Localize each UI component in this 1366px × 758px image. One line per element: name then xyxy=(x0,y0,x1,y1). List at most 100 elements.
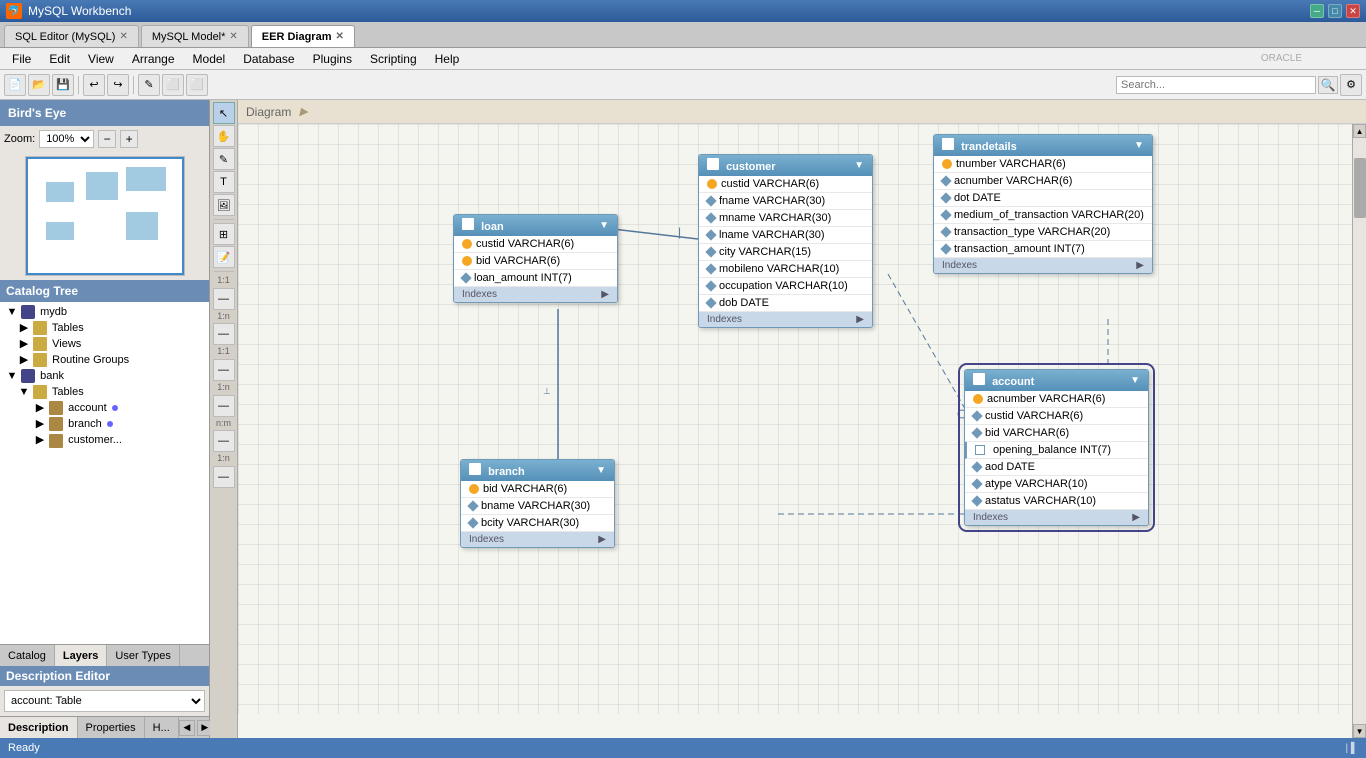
mini-table-trandetails xyxy=(126,167,166,191)
toolbar-btn1[interactable]: ⬜ xyxy=(162,74,184,96)
toolbar-redo[interactable]: ↪ xyxy=(107,74,129,96)
tool-text[interactable]: T xyxy=(213,171,235,193)
expander-mydb[interactable]: ▼ xyxy=(6,306,18,318)
desc-tab-description[interactable]: Description xyxy=(0,717,78,738)
toolbar-btn2[interactable]: ⬜ xyxy=(186,74,208,96)
table-loan-header[interactable]: loan ▼ xyxy=(454,215,617,236)
right-scrollbar[interactable]: ▲ ▼ xyxy=(1352,124,1366,738)
tree-item-tables-bank[interactable]: ▼ Tables xyxy=(18,384,207,400)
tool-rel-1nb[interactable]: — xyxy=(213,395,235,417)
tool-layer[interactable]: ⊞ xyxy=(213,223,235,245)
scroll-thumb[interactable] xyxy=(1354,158,1366,218)
tree-item-views[interactable]: ▶ Views xyxy=(18,336,207,352)
status-extra: | ▌ xyxy=(1346,743,1358,754)
table-customer-arrow[interactable]: ▼ xyxy=(854,160,864,171)
toolbar-extra[interactable]: ⚙ xyxy=(1340,74,1362,96)
table-trandetails-header[interactable]: trandetails ▼ xyxy=(934,135,1152,156)
menu-model[interactable]: Model xyxy=(185,50,234,68)
tool-rel-1n[interactable]: — xyxy=(213,323,235,345)
table-icon-customer xyxy=(49,434,63,448)
tool-rel-11b[interactable]: — xyxy=(213,359,235,381)
menu-edit[interactable]: Edit xyxy=(41,50,78,68)
fk-diamond-icon xyxy=(467,500,478,511)
tab-close-icon[interactable]: ✕ xyxy=(229,31,237,42)
toolbar-save[interactable]: 💾 xyxy=(52,74,74,96)
menu-file[interactable]: File xyxy=(4,50,39,68)
tool-note[interactable]: 📝 xyxy=(213,246,235,268)
expander-branch[interactable]: ▶ xyxy=(34,417,46,430)
account-field-opening-balance: opening_balance INT(7) xyxy=(965,442,1148,459)
tree-item-tables-mydb[interactable]: ▶ Tables xyxy=(18,320,207,336)
expander-views[interactable]: ▶ xyxy=(18,337,30,350)
table-loan-arrow[interactable]: ▼ xyxy=(599,220,609,231)
tool-separator xyxy=(214,219,234,220)
tab-layers[interactable]: Layers xyxy=(55,645,107,666)
expander-customer[interactable]: ▶ xyxy=(34,433,46,446)
menu-arrange[interactable]: Arrange xyxy=(124,50,183,68)
tab-close-icon[interactable]: ✕ xyxy=(119,31,127,42)
tree-item-branch[interactable]: ▶ branch xyxy=(34,416,207,432)
tree-item-bank[interactable]: ▼ bank xyxy=(2,368,207,384)
menu-help[interactable]: Help xyxy=(427,50,468,68)
expander-routines[interactable]: ▶ xyxy=(18,353,30,366)
desc-prev-button[interactable]: ◀ xyxy=(179,720,195,736)
indexes-arrow: ▶ xyxy=(601,289,609,300)
zoom-out-button[interactable]: − xyxy=(98,130,116,148)
tool-rel-1nc[interactable]: — xyxy=(213,466,235,488)
tool-draw[interactable]: ✎ xyxy=(213,148,235,170)
tab-eer-diagram[interactable]: EER Diagram ✕ xyxy=(251,25,355,47)
menu-database[interactable]: Database xyxy=(235,50,302,68)
menu-view[interactable]: View xyxy=(80,50,122,68)
expander-tables[interactable]: ▶ xyxy=(18,321,30,334)
tab-mysql-model[interactable]: MySQL Model* ✕ xyxy=(141,25,249,47)
toolbar-open[interactable]: 📂 xyxy=(28,74,50,96)
tool-pan[interactable]: ✋ xyxy=(213,125,235,147)
tree-item-routine-groups[interactable]: ▶ Routine Groups xyxy=(18,352,207,368)
table-trandetails-arrow[interactable]: ▼ xyxy=(1134,140,1144,151)
tree-item-account[interactable]: ▶ account xyxy=(34,400,207,416)
scroll-down-button[interactable]: ▼ xyxy=(1353,724,1366,738)
tab-close-icon[interactable]: ✕ xyxy=(336,31,344,42)
zoom-in-button[interactable]: + xyxy=(120,130,138,148)
table-branch-arrow[interactable]: ▼ xyxy=(596,465,606,476)
expander-bank[interactable]: ▼ xyxy=(6,370,18,382)
toolbar-undo[interactable]: ↩ xyxy=(83,74,105,96)
table-customer-header[interactable]: customer ▼ xyxy=(699,155,872,176)
account-indexes[interactable]: Indexes ▶ xyxy=(965,510,1148,525)
close-button[interactable]: ✕ xyxy=(1346,4,1360,18)
desc-tab-properties[interactable]: Properties xyxy=(78,717,145,738)
menu-plugins[interactable]: Plugins xyxy=(305,50,360,68)
tool-select[interactable]: ↖ xyxy=(213,102,235,124)
tool-rel-nm[interactable]: — xyxy=(213,430,235,452)
fk-diamond-icon xyxy=(940,192,951,203)
table-account-arrow[interactable]: ▼ xyxy=(1130,375,1140,386)
desc-editor-select[interactable]: account: Table xyxy=(4,690,205,712)
customer-indexes[interactable]: Indexes ▶ xyxy=(699,312,872,327)
scroll-up-button[interactable]: ▲ xyxy=(1353,124,1366,138)
scroll-track[interactable] xyxy=(1353,138,1366,724)
tab-user-types[interactable]: User Types xyxy=(107,645,179,666)
expander-account[interactable]: ▶ xyxy=(34,401,46,414)
search-input[interactable] xyxy=(1116,76,1316,94)
maximize-button[interactable]: □ xyxy=(1328,4,1342,18)
table-account-header[interactable]: account ▼ xyxy=(965,370,1148,391)
loan-indexes[interactable]: Indexes ▶ xyxy=(454,287,617,302)
menu-scripting[interactable]: Scripting xyxy=(362,50,425,68)
toolbar-edit[interactable]: ✎ xyxy=(138,74,160,96)
search-button[interactable]: 🔍 xyxy=(1318,76,1338,94)
table-branch-header[interactable]: branch ▼ xyxy=(461,460,614,481)
tab-sql-editor[interactable]: SQL Editor (MySQL) ✕ xyxy=(4,25,139,47)
trandetails-indexes[interactable]: Indexes ▶ xyxy=(934,258,1152,273)
branch-indexes[interactable]: Indexes ▶ xyxy=(461,532,614,547)
desc-tab-history[interactable]: H... xyxy=(145,717,179,738)
minimize-button[interactable]: ─ xyxy=(1310,4,1324,18)
tree-item-mydb[interactable]: ▼ mydb xyxy=(2,304,207,320)
zoom-select[interactable]: 100%50%75%125%150%200% xyxy=(39,130,94,148)
tool-rel-11[interactable]: — xyxy=(213,288,235,310)
diagram-canvas[interactable]: ⊥ | ⊢ ⊢ ⊥ xyxy=(238,124,1352,714)
toolbar-new[interactable]: 📄 xyxy=(4,74,26,96)
tab-catalog[interactable]: Catalog xyxy=(0,645,55,666)
tree-item-customer[interactable]: ▶ customer... xyxy=(34,432,194,448)
expander-tables-bank[interactable]: ▼ xyxy=(18,386,30,398)
tool-image[interactable]: 🖼 xyxy=(213,194,235,216)
